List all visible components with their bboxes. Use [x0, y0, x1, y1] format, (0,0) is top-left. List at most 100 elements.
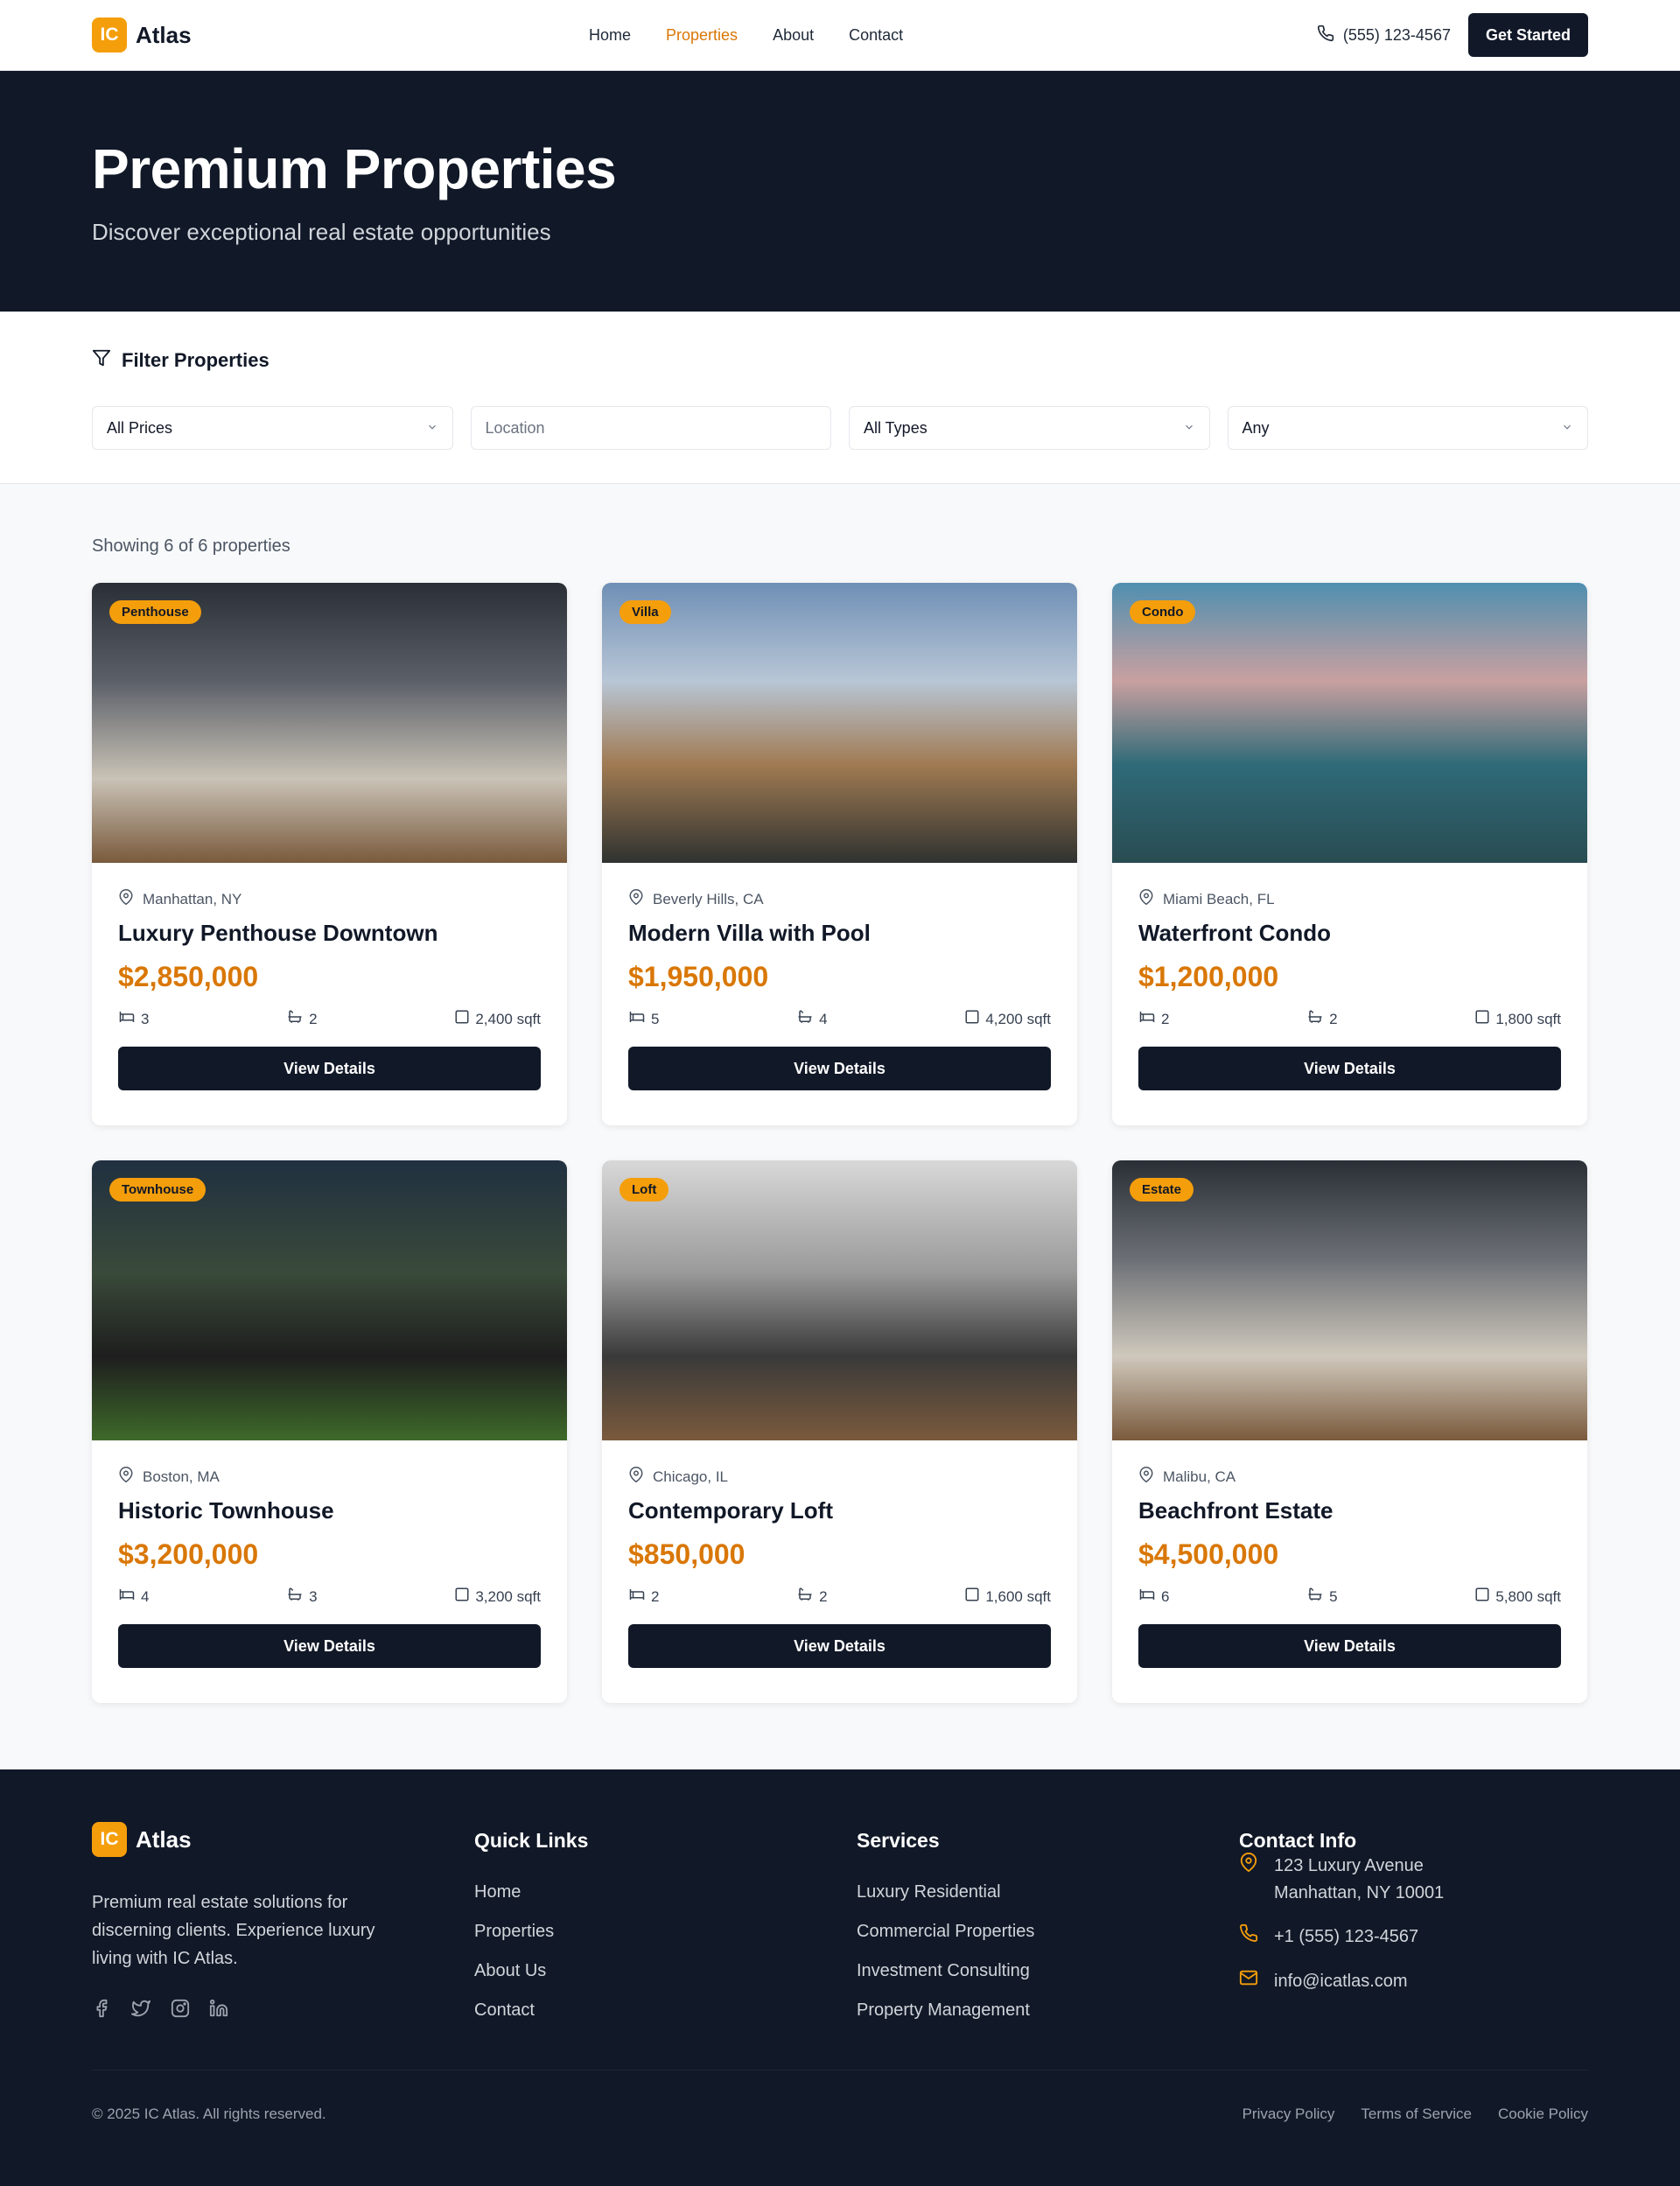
property-title[interactable]: Modern Villa with Pool	[628, 920, 1051, 947]
bath-icon	[796, 1009, 814, 1029]
property-card[interactable]: Loft Chicago, IL Contemporary Loft $850,…	[602, 1160, 1077, 1703]
property-image[interactable]: Villa	[602, 583, 1077, 863]
area-value: 1,800 sqft	[1495, 1010, 1561, 1027]
type-select[interactable]: All Types	[849, 406, 1210, 450]
nav-contact[interactable]: Contact	[849, 26, 903, 45]
property-location-text: Malibu, CA	[1163, 1468, 1236, 1485]
bedrooms-count: 4	[141, 1587, 150, 1605]
square-icon	[1474, 1009, 1490, 1029]
logo-badge: IC	[92, 18, 127, 53]
property-image[interactable]: Penthouse	[92, 583, 567, 863]
view-details-button[interactable]: View Details	[118, 1624, 541, 1668]
terms-of-service-link[interactable]: Terms of Service	[1361, 2105, 1472, 2123]
bed-icon	[628, 1587, 646, 1607]
property-stats: 3 2 2,400 sqft	[118, 1009, 541, 1029]
bedrooms-select[interactable]: Any	[1227, 406, 1588, 450]
property-card[interactable]: Penthouse Manhattan, NY Luxury Penthouse…	[92, 583, 567, 1125]
area-stat: 5,800 sqft	[1474, 1587, 1561, 1607]
square-icon	[1474, 1587, 1490, 1607]
bedrooms-count: 2	[651, 1587, 660, 1605]
header-actions: (555) 123-4567 Get Started	[1317, 13, 1588, 57]
area-value: 5,800 sqft	[1495, 1587, 1561, 1605]
logo[interactable]: IC Atlas	[92, 18, 192, 53]
bedrooms-count: 6	[1161, 1587, 1170, 1605]
view-details-button[interactable]: View Details	[1138, 1624, 1561, 1668]
bathrooms-count: 4	[819, 1010, 828, 1027]
property-location-text: Boston, MA	[143, 1468, 220, 1485]
get-started-button[interactable]: Get Started	[1467, 13, 1588, 57]
facebook-icon[interactable]	[92, 1999, 111, 2022]
service-link-commercial[interactable]: Commercial Properties	[857, 1922, 1239, 1942]
header-phone-number: (555) 123-4567	[1342, 25, 1451, 44]
footer-brand: IC Atlas Premium real estate solutions f…	[92, 1822, 474, 2040]
property-image[interactable]: Townhouse	[92, 1160, 567, 1440]
bed-icon	[1138, 1009, 1156, 1029]
bedrooms-count: 3	[141, 1010, 150, 1027]
service-link-management[interactable]: Property Management	[857, 2000, 1239, 2021]
square-icon	[454, 1587, 470, 1607]
services-heading: Services	[857, 1829, 940, 1852]
filter-title: Filter Properties	[122, 349, 270, 371]
bathrooms-stat: 4	[796, 1009, 828, 1029]
property-image[interactable]: Estate	[1112, 1160, 1587, 1440]
property-price: $3,200,000	[118, 1538, 259, 1570]
property-stats: 4 3 3,200 sqft	[118, 1587, 541, 1607]
nav-home[interactable]: Home	[589, 26, 631, 45]
header-phone[interactable]: (555) 123-4567	[1317, 25, 1451, 46]
bedrooms-stat: 5	[628, 1009, 659, 1029]
privacy-policy-link[interactable]: Privacy Policy	[1242, 2105, 1335, 2123]
nav-about[interactable]: About	[773, 26, 814, 45]
property-card[interactable]: Villa Beverly Hills, CA Modern Villa wit…	[602, 583, 1077, 1125]
property-title[interactable]: Waterfront Condo	[1138, 920, 1561, 947]
bedrooms-stat: 4	[118, 1587, 149, 1607]
instagram-icon[interactable]	[171, 1999, 190, 2022]
filter-heading: Filter Properties	[92, 348, 1588, 373]
view-details-button[interactable]: View Details	[628, 1047, 1051, 1090]
property-location: Boston, MA	[118, 1467, 541, 1487]
property-image[interactable]: Condo	[1112, 583, 1587, 863]
view-details-button[interactable]: View Details	[118, 1047, 541, 1090]
square-icon	[964, 1009, 980, 1029]
property-image[interactable]: Loft	[602, 1160, 1077, 1440]
cookie-policy-link[interactable]: Cookie Policy	[1498, 2105, 1588, 2123]
area-value: 4,200 sqft	[985, 1010, 1051, 1027]
contact-email[interactable]: info@icatlas.com	[1239, 1968, 1589, 1996]
footer-link-properties[interactable]: Properties	[474, 1922, 857, 1942]
hero: Premium Properties Discover exceptional …	[0, 71, 1680, 312]
property-card[interactable]: Estate Malibu, CA Beachfront Estate $4,5…	[1112, 1160, 1587, 1703]
bedrooms-stat: 3	[118, 1009, 149, 1029]
property-card[interactable]: Condo Miami Beach, FL Waterfront Condo $…	[1112, 583, 1587, 1125]
property-card[interactable]: Townhouse Boston, MA Historic Townhouse …	[92, 1160, 567, 1703]
property-location-text: Beverly Hills, CA	[653, 890, 764, 907]
area-stat: 4,200 sqft	[964, 1009, 1051, 1029]
contact-phone[interactable]: +1 (555) 123-4567	[1239, 1923, 1589, 1951]
footer-services: Services Luxury Residential Commercial P…	[857, 1822, 1239, 2040]
bedrooms-stat: 2	[628, 1587, 659, 1607]
property-location: Manhattan, NY	[118, 889, 541, 909]
area-stat: 2,400 sqft	[454, 1009, 541, 1029]
twitter-icon[interactable]	[130, 1999, 151, 2022]
nav-properties[interactable]: Properties	[666, 26, 738, 45]
property-title[interactable]: Beachfront Estate	[1138, 1497, 1561, 1524]
footer-link-contact[interactable]: Contact	[474, 2000, 857, 2021]
bedrooms-select-value: Any	[1242, 418, 1270, 437]
footer-logo[interactable]: IC Atlas	[92, 1822, 474, 1857]
bedrooms-count: 5	[651, 1010, 660, 1027]
bed-icon	[1138, 1587, 1156, 1607]
property-title[interactable]: Contemporary Loft	[628, 1497, 1051, 1524]
location-input[interactable]: Location	[470, 406, 831, 450]
property-title[interactable]: Luxury Penthouse Downtown	[118, 920, 541, 947]
view-details-button[interactable]: View Details	[1138, 1047, 1561, 1090]
contact-phone-text: +1 (555) 123-4567	[1274, 1927, 1419, 1946]
footer-link-home[interactable]: Home	[474, 1882, 857, 1902]
area-stat: 3,200 sqft	[454, 1587, 541, 1607]
service-link-residential[interactable]: Luxury Residential	[857, 1882, 1239, 1902]
price-select[interactable]: All Prices	[92, 406, 453, 450]
property-type-badge: Condo	[1130, 600, 1196, 624]
footer-link-about[interactable]: About Us	[474, 1961, 857, 1981]
linkedin-icon[interactable]	[209, 1999, 228, 2022]
view-details-button[interactable]: View Details	[628, 1624, 1051, 1668]
service-link-investment[interactable]: Investment Consulting	[857, 1961, 1239, 1981]
social-links	[92, 1999, 474, 2022]
property-title[interactable]: Historic Townhouse	[118, 1497, 541, 1524]
